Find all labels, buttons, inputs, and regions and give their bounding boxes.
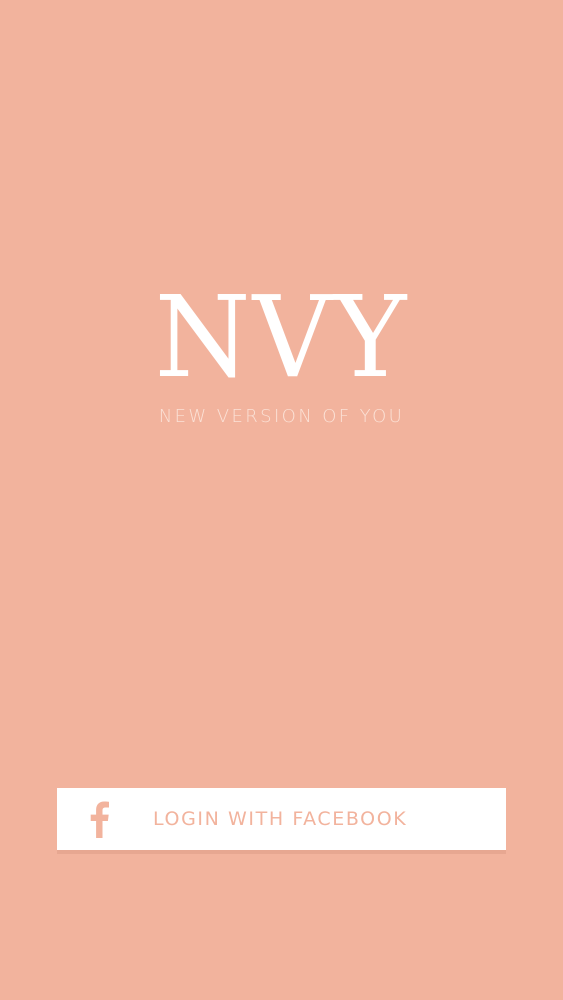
logo: NVY NEW VERSION OF YOU (0, 282, 563, 427)
app-tagline: NEW VERSION OF YOU (158, 406, 405, 427)
login-with-facebook-button[interactable]: LOGIN WITH FACEBOOK (57, 788, 506, 850)
login-button-label: LOGIN WITH FACEBOOK (153, 808, 408, 830)
facebook-icon (86, 799, 112, 839)
app-title: NVY (154, 273, 409, 403)
